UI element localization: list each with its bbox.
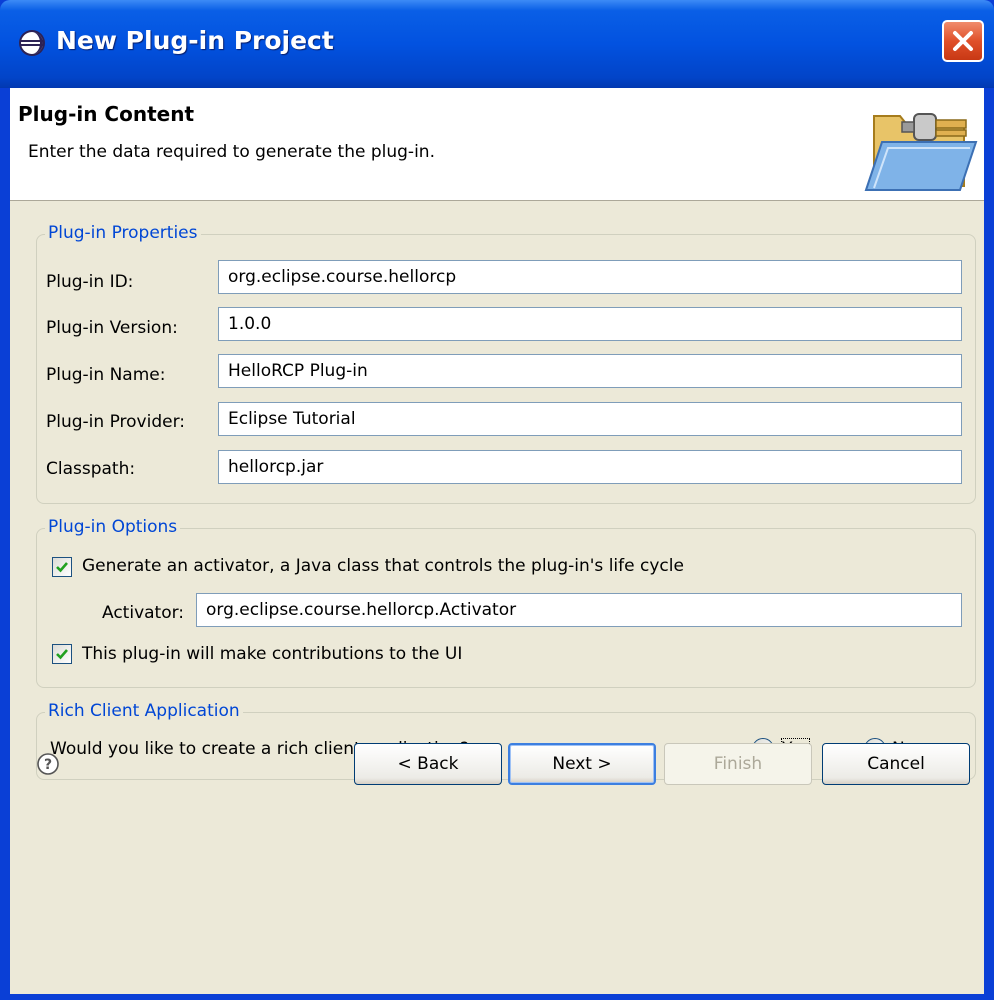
- classpath-label: Classpath:: [46, 459, 136, 479]
- close-button[interactable]: [942, 20, 984, 62]
- generate-activator-label[interactable]: Generate an activator, a Java class that…: [82, 556, 684, 576]
- finish-button[interactable]: Finish: [664, 743, 812, 785]
- help-icon[interactable]: ?: [36, 752, 60, 776]
- plugin-provider-label: Plug-in Provider:: [46, 412, 185, 432]
- dialog-content: Plug-in Content Enter the data required …: [10, 88, 984, 994]
- close-icon: [953, 31, 973, 51]
- activator-field[interactable]: org.eclipse.course.hellorcp.Activator: [196, 593, 962, 627]
- ui-contributions-label[interactable]: This plug-in will make contributions to …: [82, 644, 462, 664]
- cancel-button[interactable]: Cancel: [822, 743, 970, 785]
- plugin-name-label: Plug-in Name:: [46, 365, 166, 385]
- group-title: Plug-in Options: [45, 517, 181, 537]
- checkmark-icon: [56, 562, 68, 573]
- plugin-version-field[interactable]: 1.0.0: [218, 307, 962, 341]
- page-description: Enter the data required to generate the …: [28, 142, 435, 162]
- plugin-version-label: Plug-in Version:: [46, 318, 178, 338]
- activator-label: Activator:: [102, 603, 185, 623]
- classpath-field[interactable]: hellorcp.jar: [218, 450, 962, 484]
- ui-contributions-checkbox[interactable]: [52, 644, 72, 664]
- plugin-id-field[interactable]: org.eclipse.course.hellorcp: [218, 260, 962, 294]
- plugin-id-label: Plug-in ID:: [46, 272, 134, 292]
- dialog-window: New Plug-in Project Plug-in Content Ente…: [0, 0, 994, 1000]
- group-title: Plug-in Properties: [45, 223, 201, 243]
- wizard-header: Plug-in Content Enter the data required …: [10, 88, 984, 201]
- svg-text:?: ?: [44, 757, 52, 773]
- checkmark-icon: [56, 649, 68, 660]
- next-button[interactable]: Next >: [508, 743, 656, 785]
- group-title: Rich Client Application: [45, 701, 243, 721]
- window-title: New Plug-in Project: [56, 26, 334, 55]
- plugin-provider-field[interactable]: Eclipse Tutorial: [218, 402, 962, 436]
- generate-activator-checkbox[interactable]: [52, 557, 72, 577]
- title-bar[interactable]: New Plug-in Project: [0, 0, 994, 88]
- eclipse-icon: [19, 30, 45, 56]
- plugin-name-field[interactable]: HelloRCP Plug-in: [218, 354, 962, 388]
- plugin-folder-icon: [864, 113, 978, 191]
- back-button[interactable]: < Back: [354, 743, 502, 785]
- page-title: Plug-in Content: [18, 102, 195, 126]
